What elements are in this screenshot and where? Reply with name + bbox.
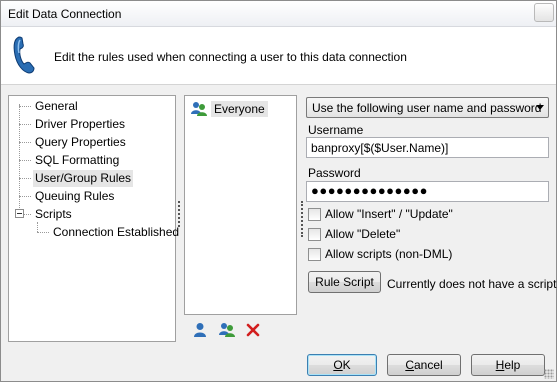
cancel-label: ancel (413, 358, 443, 372)
tree-connector (37, 232, 49, 233)
delete-button[interactable] (244, 321, 262, 339)
cancel-mnemonic: C (405, 358, 414, 372)
window-title: Edit Data Connection (8, 7, 122, 21)
tree-item-sql-formatting[interactable]: SQL Formatting (33, 152, 121, 169)
tree-connector (19, 104, 20, 218)
add-group-button[interactable] (218, 321, 236, 339)
list-item-label: Everyone (211, 101, 268, 117)
allow-delete-checkbox[interactable]: Allow "Delete" (308, 226, 400, 242)
checkbox-box[interactable] (308, 247, 321, 261)
dialog-header: Edit the rules used when connecting a us… (1, 27, 556, 85)
tree-item-general[interactable]: General (33, 98, 80, 115)
allow-insert-update-checkbox[interactable]: Allow "Insert" / "Update" (308, 206, 453, 222)
tree-connector (19, 142, 31, 143)
settings-tree[interactable]: General Driver Properties Query Properti… (8, 95, 179, 342)
password-input[interactable]: ●●●●●●●●●●●●●● (306, 181, 549, 202)
group-icon (219, 323, 235, 337)
tree-item-scripts[interactable]: Scripts (33, 206, 74, 223)
tree-connector (19, 178, 31, 179)
tree-item-user-group-rules[interactable]: User/Group Rules (33, 170, 134, 187)
username-value: banproxy[$($User.Name)] (311, 141, 449, 155)
help-button[interactable]: Help (471, 354, 545, 376)
cancel-button[interactable]: Cancel (387, 354, 461, 376)
telephone-icon (13, 36, 35, 74)
allow-scripts-checkbox[interactable]: Allow scripts (non-DML) (308, 246, 452, 262)
delete-x-icon (246, 323, 260, 337)
close-button[interactable] (534, 3, 554, 22)
chevron-down-icon (536, 105, 544, 110)
tree-connector (37, 222, 38, 232)
header-description: Edit the rules used when connecting a us… (54, 50, 407, 64)
username-input[interactable]: banproxy[$($User.Name)] (306, 137, 549, 158)
credentials-mode-select[interactable]: Use the following user name and password (306, 97, 549, 118)
tree-item-queuing-rules[interactable]: Queuing Rules (33, 188, 116, 205)
edit-data-connection-dialog: Edit Data Connection Edit the rules used… (0, 0, 557, 382)
help-label: elp (504, 358, 521, 372)
collapse-scripts-toggle[interactable] (15, 209, 24, 218)
script-status-text: Currently does not have a script (387, 277, 557, 291)
help-mnemonic: H (495, 358, 505, 372)
tree-connector (19, 160, 31, 161)
username-label: Username (308, 123, 364, 137)
rule-script-button[interactable]: Rule Script (308, 271, 381, 293)
list-item[interactable]: Everyone (190, 100, 268, 118)
ok-button[interactable]: OK (307, 354, 377, 376)
allow-scripts-label: Allow scripts (non-DML) (325, 247, 453, 261)
user-icon (194, 323, 206, 337)
tree-connector (19, 106, 31, 107)
splitter-handle[interactable] (301, 201, 303, 237)
resize-grip[interactable] (544, 369, 554, 379)
user-group-list[interactable]: Everyone (184, 95, 297, 315)
tree-connector (24, 214, 31, 215)
tree-connector (19, 124, 31, 125)
ok-mnemonic: O (333, 358, 343, 372)
credentials-mode-value: Use the following user name and password (312, 101, 542, 115)
splitter-handle[interactable] (178, 201, 180, 227)
ok-label: K (342, 358, 351, 372)
password-label: Password (308, 166, 361, 180)
tree-item-connection-established[interactable]: Connection Established (51, 224, 181, 241)
tree-item-driver-properties[interactable]: Driver Properties (33, 116, 127, 133)
allow-insert-update-label: Allow "Insert" / "Update" (325, 207, 453, 221)
title-bar[interactable]: Edit Data Connection (1, 1, 556, 27)
tree-connector (19, 196, 31, 197)
tree-item-query-properties[interactable]: Query Properties (33, 134, 128, 151)
checkbox-box[interactable] (308, 207, 321, 221)
password-mask: ●●●●●●●●●●●●●● (311, 183, 428, 198)
group-icon (191, 102, 207, 116)
allow-delete-label: Allow "Delete" (325, 227, 401, 241)
add-user-button[interactable] (191, 321, 209, 339)
checkbox-box[interactable] (308, 227, 321, 241)
